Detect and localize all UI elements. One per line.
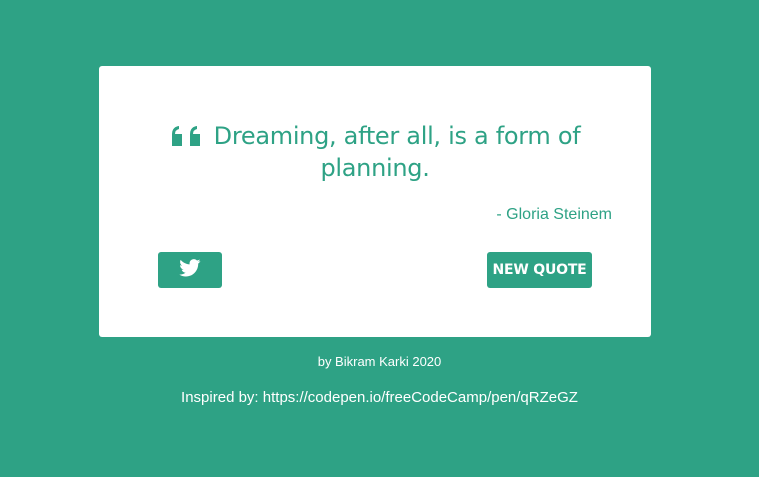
footer-credit: by Bikram Karki 2020 [317, 354, 442, 369]
quote-left-icon [170, 126, 204, 146]
quote-box: Dreaming, after all, is a form of planni… [99, 66, 651, 337]
new-quote-button[interactable]: NEW QUOTE [487, 252, 592, 288]
quote-author: - Gloria Steinem [496, 206, 612, 223]
quote-text: Dreaming, after all, is a form of planni… [213, 122, 581, 182]
tweet-quote-button[interactable] [158, 252, 222, 288]
inspired-label: Inspired by: [181, 389, 263, 406]
twitter-icon [179, 258, 201, 282]
quote-text-container: Dreaming, after all, is a form of planni… [159, 120, 591, 184]
inspired-link[interactable]: https://codepen.io/freeCodeCamp/pen/qRZe… [263, 389, 578, 406]
footer-inspired: Inspired by: https://codepen.io/freeCode… [0, 389, 759, 406]
